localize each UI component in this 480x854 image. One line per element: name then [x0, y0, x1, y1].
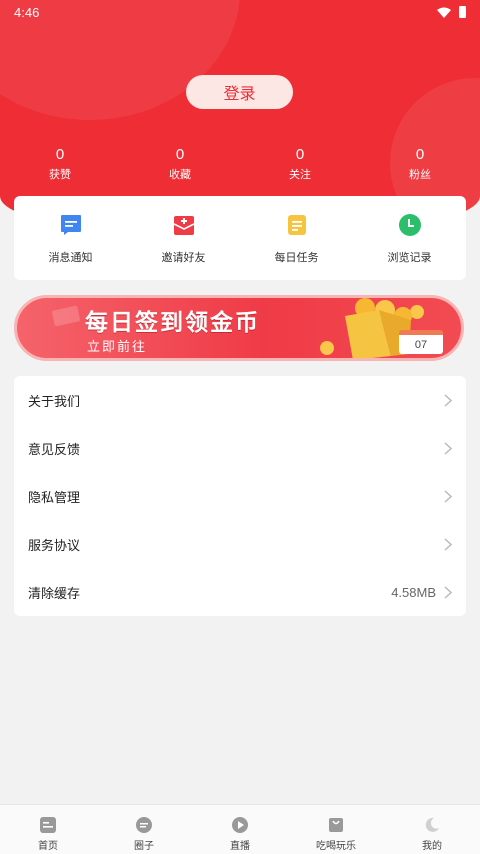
tab-label: 圈子	[134, 841, 154, 852]
red-envelope-icon	[51, 305, 81, 327]
stat-fans[interactable]: 0 粉丝	[390, 146, 450, 182]
circle-chat-icon	[136, 817, 152, 833]
menu-item-label: 意见反馈	[28, 441, 81, 457]
menu-item-privacy[interactable]: 隐私管理	[14, 472, 466, 520]
chevron-right-icon	[444, 441, 452, 455]
status-bar: 4:46	[0, 0, 480, 24]
cache-size-value: 4.58MB	[391, 584, 436, 600]
menu-item-label: 清除缓存	[28, 585, 81, 601]
tab-live[interactable]: 直播	[192, 805, 288, 854]
clock-icon	[398, 214, 421, 236]
user-stats: 0 获赞 0 收藏 0 关注 0 粉丝	[0, 146, 480, 186]
tab-mine[interactable]: 我的	[384, 805, 480, 854]
quick-action-label: 每日任务	[274, 252, 319, 264]
status-time: 4:46	[14, 4, 40, 20]
banner-title: 每日签到领金币	[85, 309, 260, 335]
chevron-right-icon	[444, 393, 452, 407]
tab-circle[interactable]: 圈子	[96, 805, 192, 854]
menu-item-label: 隐私管理	[28, 489, 81, 505]
quick-action-label: 浏览记录	[387, 252, 432, 264]
tab-label: 吃喝玩乐	[316, 841, 356, 852]
chevron-right-icon	[444, 489, 452, 503]
stat-following[interactable]: 0 关注	[270, 146, 330, 182]
menu-item-terms[interactable]: 服务协议	[14, 520, 466, 568]
bag-icon	[329, 818, 343, 832]
quick-action-messages[interactable]: 消息通知	[14, 196, 127, 280]
wifi-icon	[437, 7, 451, 18]
stat-label: 粉丝	[409, 169, 431, 181]
menu-item-feedback[interactable]: 意见反馈	[14, 424, 466, 472]
quick-actions: 消息通知 邀请好友 每日任务 浏览记录	[14, 196, 466, 280]
stat-favorites[interactable]: 0 收藏	[150, 146, 210, 182]
chevron-right-icon	[444, 585, 452, 599]
play-icon	[232, 817, 248, 833]
login-button[interactable]: 登录	[186, 75, 293, 109]
banner-subtitle: 立即前往	[87, 339, 148, 354]
menu-item-label: 服务协议	[28, 537, 81, 553]
invite-envelope-icon	[173, 216, 194, 235]
bottom-tab-bar: 首页 圈子 直播 吃喝玩乐 我的	[0, 804, 480, 854]
stat-value: 0	[175, 146, 185, 163]
tab-label: 直播	[230, 841, 250, 852]
quick-action-invite[interactable]: 邀请好友	[127, 196, 240, 280]
stat-label: 收藏	[169, 169, 191, 181]
task-note-icon	[287, 215, 306, 235]
stat-value: 0	[55, 146, 65, 163]
calendar-icon: 07	[399, 330, 443, 354]
stat-value: 0	[415, 146, 425, 163]
stat-label: 获赞	[49, 169, 71, 181]
tab-food-fun[interactable]: 吃喝玩乐	[288, 805, 384, 854]
stat-label: 关注	[289, 169, 311, 181]
chevron-right-icon	[444, 537, 452, 551]
tab-home[interactable]: 首页	[0, 805, 96, 854]
daily-checkin-banner[interactable]: 每日签到领金币 立即前往 07	[14, 295, 464, 361]
tab-label: 我的	[422, 841, 442, 852]
tab-label: 首页	[38, 841, 58, 852]
quick-action-history[interactable]: 浏览记录	[353, 196, 466, 280]
menu-item-clear-cache[interactable]: 清除缓存 4.58MB	[14, 568, 466, 616]
stat-value: 0	[295, 146, 305, 163]
settings-menu: 关于我们 意见反馈 隐私管理 服务协议 清除缓存 4.58MB	[14, 376, 466, 616]
quick-action-daily-tasks[interactable]: 每日任务	[240, 196, 353, 280]
menu-item-about[interactable]: 关于我们	[14, 376, 466, 424]
message-icon	[60, 215, 81, 235]
stat-likes[interactable]: 0 获赞	[30, 146, 90, 182]
quick-action-label: 消息通知	[48, 252, 93, 264]
profile-icon	[425, 817, 439, 832]
home-icon	[40, 817, 56, 833]
battery-icon	[459, 6, 466, 18]
quick-action-label: 邀请好友	[161, 252, 206, 264]
menu-item-label: 关于我们	[28, 393, 81, 409]
